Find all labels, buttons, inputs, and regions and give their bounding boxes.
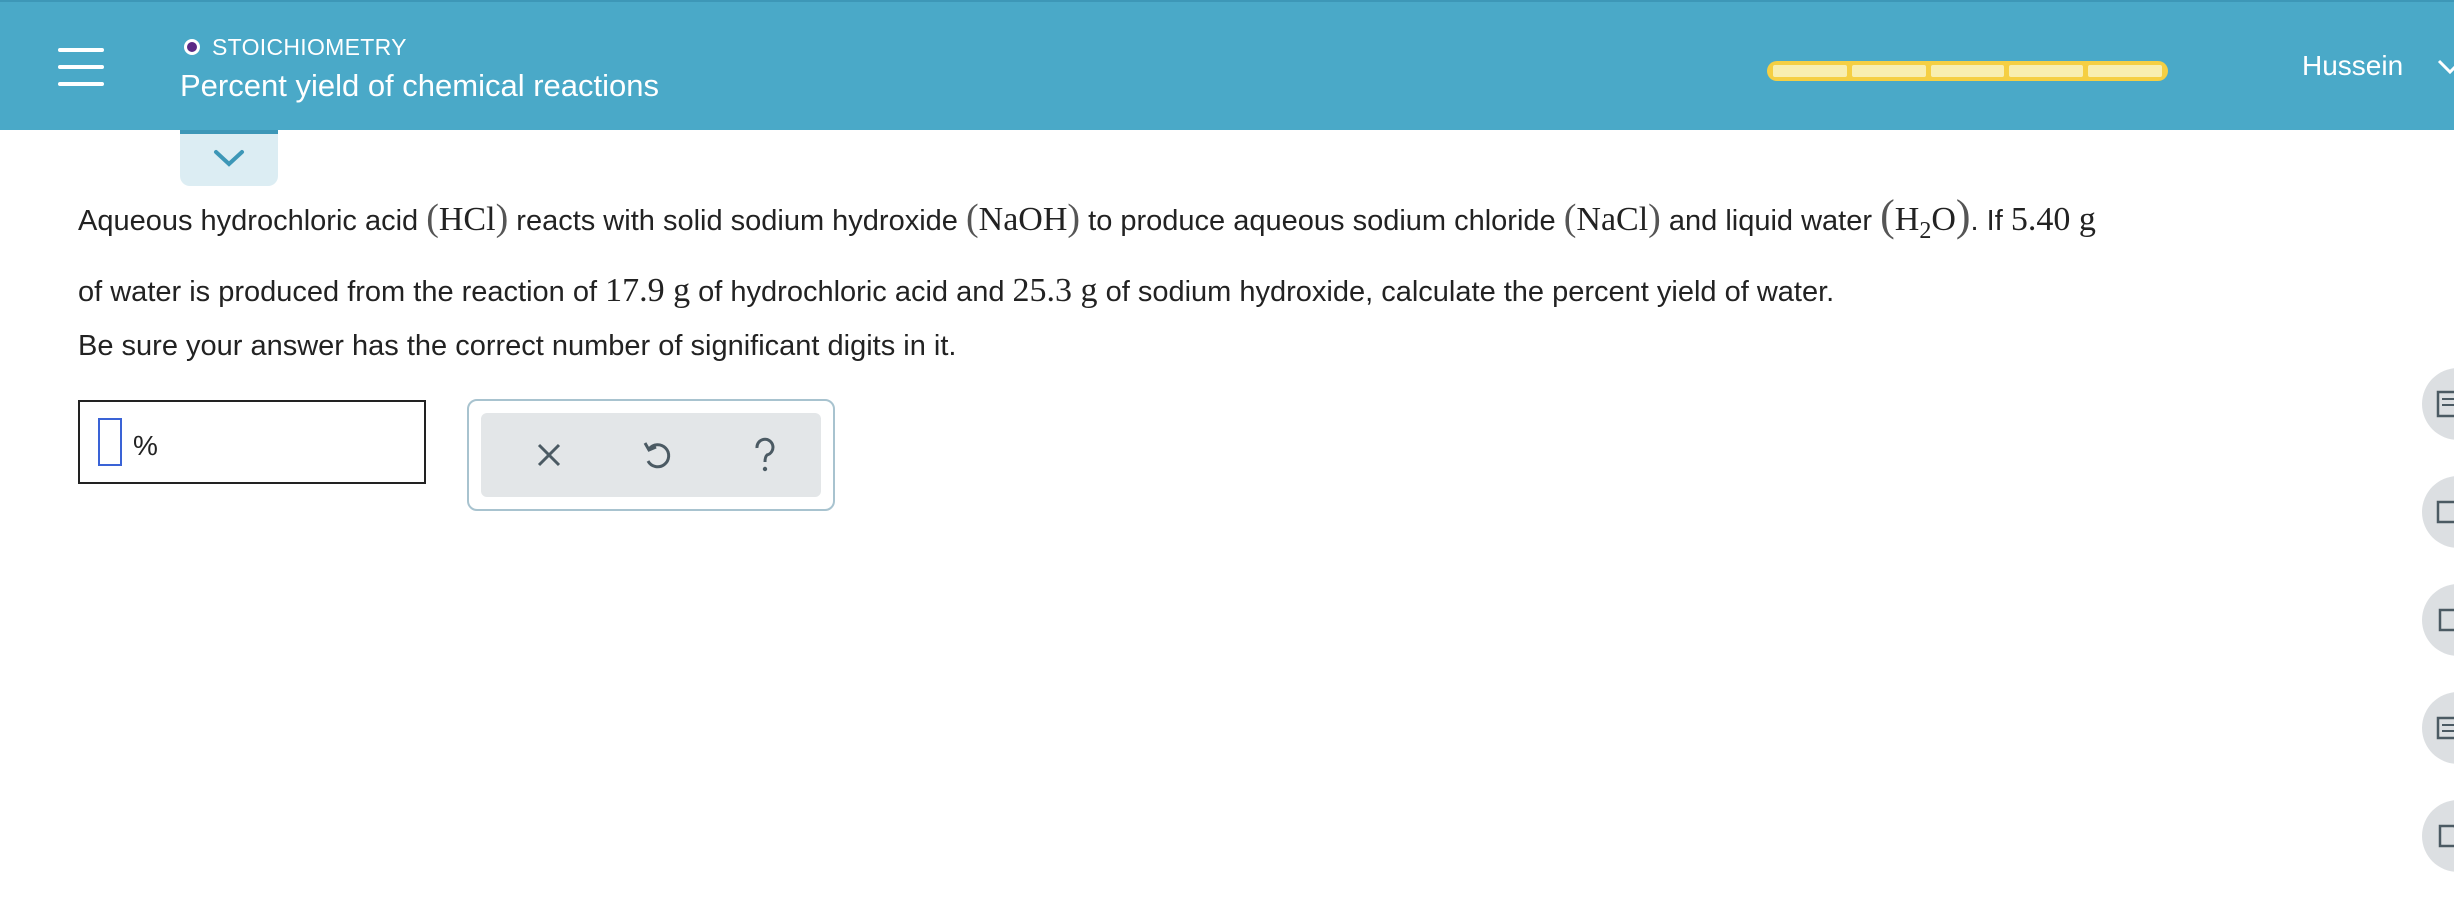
progress-segment	[1930, 65, 2005, 77]
mass-naoh: 25.3 g	[1012, 271, 1098, 309]
formula-water: H2O	[1894, 201, 1956, 244]
answer-box[interactable]: %	[78, 400, 426, 484]
text: of sodium hydroxide, calculate the perce…	[1105, 275, 1835, 308]
top-bar: STOICHIOMETRY Percent yield of chemical …	[0, 0, 2454, 130]
user-name[interactable]: Hussein	[2302, 50, 2403, 82]
instruction-text: Be sure your answer has the correct numb…	[78, 330, 957, 362]
answer-tools	[467, 399, 835, 511]
progress-segment	[2009, 65, 2084, 77]
periodic-table-icon[interactable]	[2422, 476, 2454, 548]
question-icon[interactable]	[743, 433, 787, 477]
chevron-down-icon[interactable]	[2436, 58, 2454, 76]
chevron-down-icon	[214, 150, 244, 167]
progress-segment	[2088, 65, 2162, 77]
text: reacts with solid sodium hydroxide	[516, 205, 958, 237]
answer-tools-panel	[481, 413, 821, 497]
text: of hydrochloric acid and	[698, 275, 1005, 308]
book-icon[interactable]	[2422, 584, 2454, 656]
formula-hcl: HCl	[438, 201, 496, 238]
text: to produce aqueous sodium chloride	[1088, 205, 1556, 237]
text: . If	[1970, 205, 2003, 237]
progress-segment	[1851, 65, 1926, 77]
unit-label: %	[133, 430, 158, 461]
calculator-icon[interactable]	[2422, 368, 2454, 440]
question-line-2: of water is produced from the reaction o…	[78, 261, 2378, 322]
undo-icon[interactable]	[635, 433, 679, 477]
formula-naoh: NaOH	[978, 201, 1068, 238]
menu-icon[interactable]	[58, 48, 104, 88]
topic-row: STOICHIOMETRY	[184, 33, 407, 60]
mass-hcl: 17.9 g	[605, 271, 691, 309]
progress-segment	[1773, 65, 1847, 77]
notes-icon[interactable]	[2422, 692, 2454, 764]
text: of water is produced from the reaction o…	[78, 275, 598, 308]
topic-status-icon	[184, 39, 200, 55]
text: and liquid water	[1668, 205, 1873, 237]
formula-nacl: NaCl	[1576, 201, 1649, 238]
answer-input[interactable]	[98, 418, 122, 466]
question-text: Aqueous hydrochloric acid (HCl) reacts w…	[78, 186, 2378, 322]
data-icon[interactable]	[2422, 800, 2454, 872]
x-icon[interactable]	[527, 433, 571, 477]
progress-bar	[1767, 61, 2168, 81]
collapse-header-button[interactable]	[180, 130, 278, 186]
topic-label: STOICHIOMETRY	[212, 33, 407, 60]
page-title: Percent yield of chemical reactions	[180, 68, 660, 103]
question-line-1: Aqueous hydrochloric acid (HCl) reacts w…	[78, 191, 2096, 244]
text: Aqueous hydrochloric acid	[78, 205, 419, 237]
mass-water: 5.40 g	[2010, 201, 2096, 238]
